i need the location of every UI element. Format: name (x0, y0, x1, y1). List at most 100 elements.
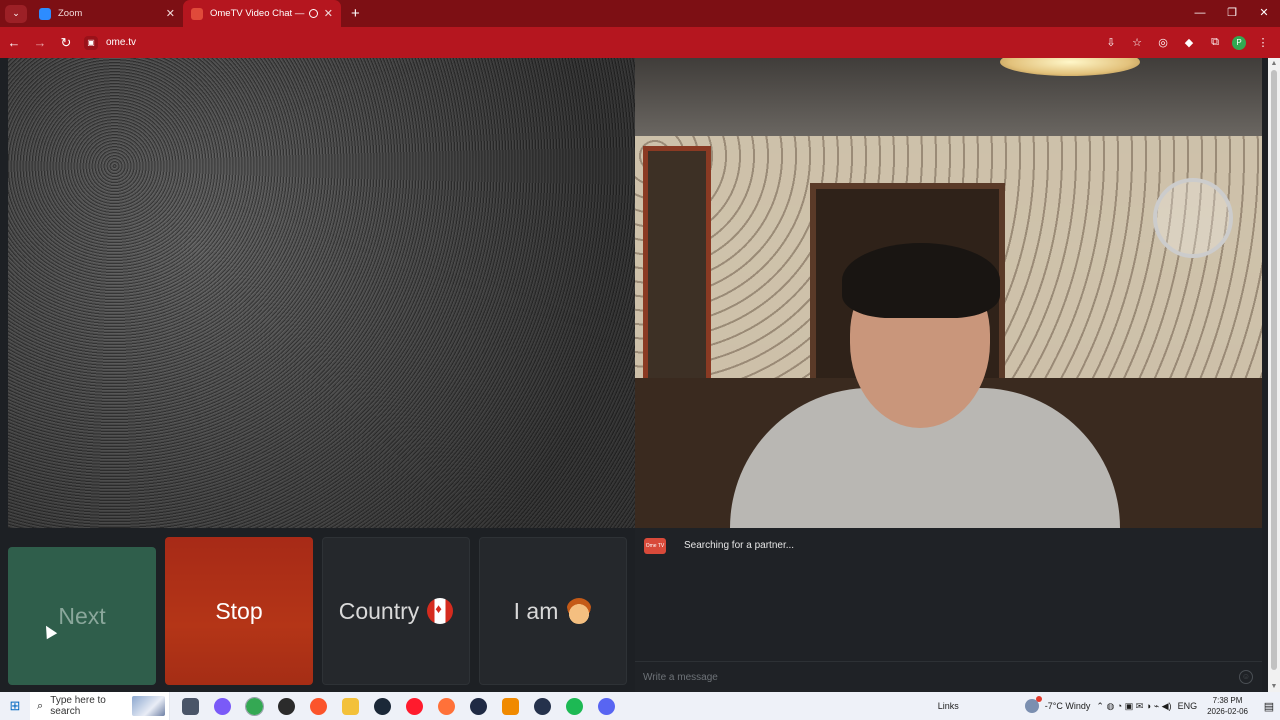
steam-icon (373, 697, 391, 715)
ometv-logo-icon: Ome TV (644, 538, 666, 554)
minimize-button[interactable]: — (1184, 0, 1216, 27)
taskbar-app-opera[interactable] (398, 692, 430, 720)
search-highlight-image (131, 696, 165, 716)
scrollbar-thumb[interactable] (1271, 70, 1277, 670)
windows-start-icon[interactable]: ⊞ (0, 698, 30, 714)
tab-ometv[interactable]: OmeTV Video Chat — Ome ✕ (183, 0, 341, 27)
extension-gem-icon[interactable]: ◆ (1180, 36, 1198, 49)
taskbar-app-arrow-app[interactable] (526, 692, 558, 720)
tab-title: OmeTV Video Chat — Ome (210, 8, 305, 19)
extensions-puzzle-icon[interactable]: ⧉ (1206, 36, 1224, 49)
tab-search-chevron-icon[interactable]: ⌄ (5, 4, 27, 23)
gender-button[interactable]: I am (479, 537, 627, 685)
emoji-picker-icon[interactable]: ☺ (1239, 670, 1253, 684)
weather-text[interactable]: -7°C Windy (1045, 701, 1091, 711)
weather-icon[interactable] (1024, 696, 1042, 713)
browser-tab-bar: ⌄ Zoom ✕ OmeTV Video Chat — Ome ✕ + — ❐ … (0, 0, 1280, 27)
taskbar-app-task-view[interactable] (174, 692, 206, 720)
firefox-icon (437, 697, 455, 715)
camera-ceiling (635, 58, 1262, 136)
taskbar-app-steam[interactable] (366, 692, 398, 720)
back-arrow-icon[interactable]: ← (2, 35, 26, 50)
bookmark-star-icon[interactable]: ☆ (1128, 36, 1146, 49)
partner-video-static (8, 58, 635, 528)
iam-label: I am (513, 597, 559, 624)
links-toolbar[interactable]: Links (938, 701, 959, 711)
chrome-icon (244, 696, 264, 716)
taskbar-app-spotify[interactable] (558, 692, 590, 720)
url-text: ome.tv (106, 37, 137, 48)
taskbar-app-file-explorer[interactable] (334, 692, 366, 720)
notifications-icon[interactable]: ▤ (1258, 700, 1280, 713)
taskbar-app-vlc[interactable] (494, 692, 526, 720)
clock-date: 2026-02-06 (1207, 707, 1248, 716)
scroll-up-icon[interactable]: ▲ (1268, 60, 1280, 67)
taskbar-app-firefox[interactable] (430, 692, 462, 720)
camera-mirror (643, 146, 711, 396)
tab-zoom[interactable]: Zoom ✕ (31, 0, 183, 27)
chat-status-text: Searching for a partner... (684, 540, 795, 551)
chat-message-input[interactable] (635, 671, 1239, 683)
camera-person (730, 238, 1120, 528)
profile-avatar[interactable]: P (1232, 35, 1246, 50)
browser-toolbar: ← → ↻ ▣ ome.tv ⇩ ☆ ◎ ◆ ⧉ P ⋮ (0, 27, 1280, 58)
scroll-down-icon[interactable]: ▼ (1268, 683, 1280, 690)
reload-icon[interactable]: ↻ (54, 35, 78, 51)
close-window-button[interactable]: ✕ (1248, 0, 1280, 27)
taskbar-search[interactable]: ⌕ Type here to search (30, 692, 170, 720)
taskbar-app-brave[interactable] (302, 692, 334, 720)
system-tray: Links -7°C Windy ⌃ ◍ ◔ ▣ ✉ ◑ ⌁ ◀) ENG 7:… (938, 692, 1280, 720)
search-icon: ⌕ (37, 699, 44, 712)
arrow-app-icon (533, 697, 551, 715)
tab-close-icon[interactable]: ✕ (166, 7, 175, 20)
taskbar-app-copilot[interactable] (206, 692, 238, 720)
media-player-icon (469, 697, 487, 715)
tab-close-icon[interactable]: ✕ (324, 7, 333, 20)
file-explorer-icon (341, 697, 359, 715)
window-controls: — ❐ ✕ (1184, 0, 1280, 27)
toolbar-actions: ⇩ ☆ ◎ ◆ ⧉ P ⋮ (1102, 27, 1272, 58)
task-view-icon (181, 697, 199, 715)
taskbar-app-app-dark[interactable] (270, 692, 302, 720)
person-hair (842, 243, 1000, 318)
chat-input-bar: ☺ (635, 661, 1262, 692)
country-label: Country (338, 597, 420, 624)
discord-icon (597, 697, 615, 715)
new-tab-button[interactable]: + (351, 5, 360, 22)
clock[interactable]: 7:38 PM 2026-02-06 (1207, 695, 1248, 717)
forward-arrow-icon[interactable]: → (28, 35, 52, 50)
language-indicator[interactable]: ENG (1178, 701, 1198, 711)
vlc-icon (501, 697, 519, 715)
country-button[interactable]: Country (322, 537, 470, 685)
address-bar[interactable]: ▣ ome.tv (84, 35, 137, 50)
spotify-icon (565, 697, 583, 715)
copilot-icon (213, 697, 231, 715)
canada-flag-icon (427, 598, 454, 624)
taskbar-app-discord[interactable] (590, 692, 622, 720)
stop-button[interactable]: Stop (165, 537, 313, 685)
recording-icon (308, 9, 318, 18)
page-scrollbar[interactable]: ▲ ▼ (1268, 58, 1280, 692)
camera-fan (1153, 178, 1233, 258)
extension-glasses-icon[interactable]: ◎ (1154, 36, 1172, 49)
boy-emoji-icon (566, 598, 593, 624)
site-info-icon[interactable]: ▣ (84, 35, 98, 50)
tab-title: Zoom (58, 8, 83, 19)
zoom-favicon-icon (39, 7, 51, 20)
ometv-favicon-icon (191, 7, 203, 20)
restore-button[interactable]: ❐ (1216, 0, 1248, 27)
opera-icon (405, 697, 423, 715)
windows-taskbar: ⊞ ⌕ Type here to search Links -7°C Windy… (0, 692, 1280, 720)
clock-time: 7:38 PM (1212, 696, 1243, 705)
install-app-icon[interactable]: ⇩ (1102, 36, 1120, 49)
browser-menu-icon[interactable]: ⋮ (1254, 36, 1272, 49)
ometv-page: Next Stop Country I am Ome TV Searching … (0, 58, 1268, 692)
brave-icon (309, 697, 327, 715)
next-button[interactable]: Next (8, 547, 156, 685)
tray-icons[interactable]: ⌃ ◍ ◔ ▣ ✉ ◑ ⌁ ◀) (1096, 701, 1171, 712)
taskbar-app-chrome[interactable] (238, 692, 270, 720)
self-camera-feed (635, 58, 1262, 528)
taskbar-search-placeholder: Type here to search (50, 695, 106, 717)
taskbar-app-media-player[interactable] (462, 692, 494, 720)
stop-label: Stop (215, 597, 263, 624)
